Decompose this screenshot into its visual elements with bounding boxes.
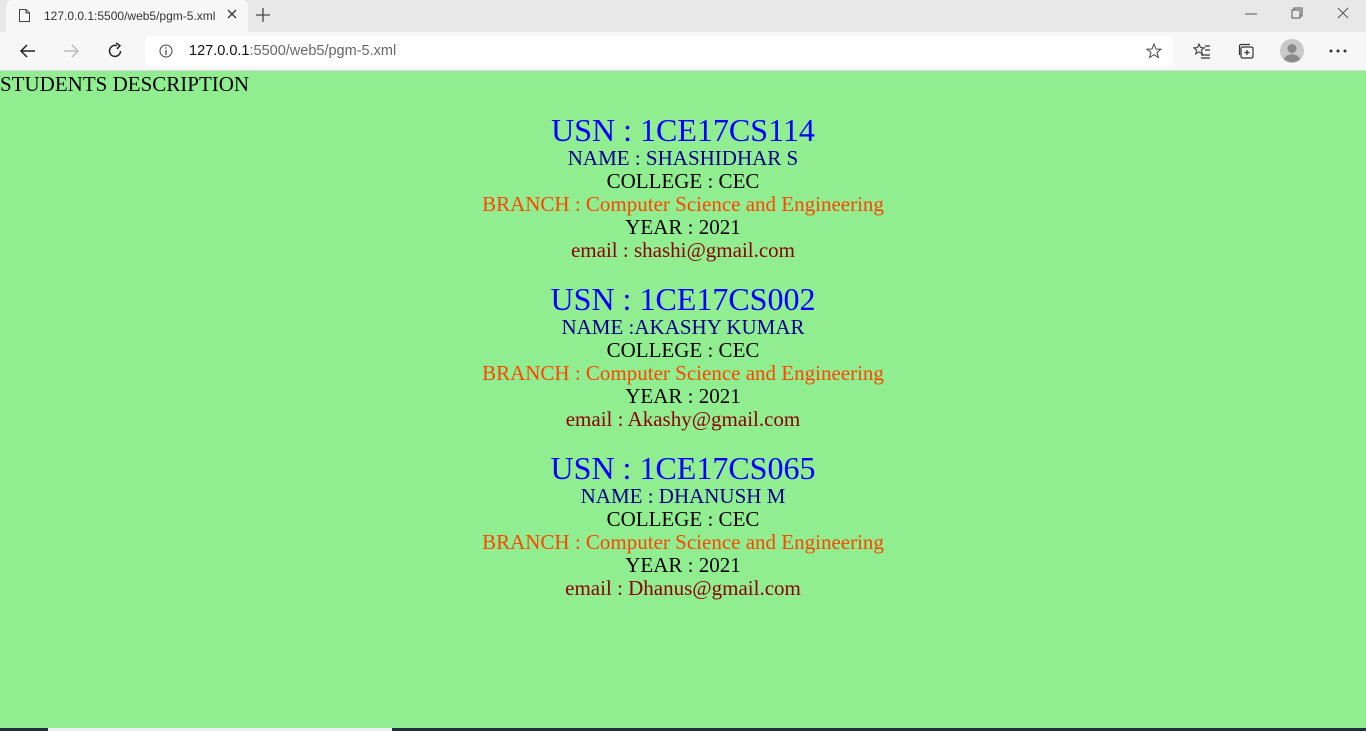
student-email: email : shashi@gmail.com <box>570 238 796 262</box>
url-host: 127.0.0.1 <box>189 43 250 59</box>
plus-icon[interactable] <box>254 6 272 24</box>
url-path: :5500/web5/pgm-5.xml <box>249 43 397 59</box>
profile-avatar[interactable] <box>1280 39 1304 63</box>
collections-icon[interactable] <box>1238 43 1255 60</box>
restore-icon[interactable] <box>1290 6 1304 20</box>
student-name: NAME :AKASHY KUMAR <box>561 315 805 339</box>
student-record: USN : 1CE17CS114 NAME : SHASHIDHAR S COL… <box>0 114 1366 283</box>
favorites-icon[interactable] <box>1193 43 1211 59</box>
student-usn: USN : 1CE17CS114 <box>551 112 815 148</box>
student-year: YEAR : 2021 <box>625 384 741 408</box>
close-window-icon[interactable] <box>1336 6 1350 20</box>
browser-tab[interactable]: 127.0.0.1:5500/web5/pgm-5.xml <box>6 0 248 32</box>
student-email: email : Akashy@gmail.com <box>565 407 801 431</box>
star-icon[interactable] <box>1146 43 1162 59</box>
reload-icon[interactable] <box>106 42 124 60</box>
more-icon[interactable] <box>1328 44 1348 58</box>
student-college: COLLEGE : CEC <box>606 169 760 193</box>
student-name: NAME : DHANUSH M <box>580 484 786 508</box>
forward-arrow-icon[interactable] <box>62 42 80 60</box>
student-college: COLLEGE : CEC <box>606 338 760 362</box>
student-branch: BRANCH : Computer Science and Engineerin… <box>482 530 884 554</box>
tab-title: 127.0.0.1:5500/web5/pgm-5.xml <box>44 9 216 23</box>
student-record: USN : 1CE17CS002 NAME :AKASHY KUMAR COLL… <box>0 283 1366 452</box>
student-usn: USN : 1CE17CS002 <box>550 281 816 317</box>
student-college: COLLEGE : CEC <box>606 507 760 531</box>
student-year: YEAR : 2021 <box>625 215 741 239</box>
close-icon[interactable] <box>226 8 238 20</box>
page-icon <box>19 9 30 22</box>
back-arrow-icon[interactable] <box>19 42 37 60</box>
page-heading: STUDENTS DESCRIPTION <box>0 72 250 96</box>
student-record: USN : 1CE17CS065 NAME : DHANUSH M COLLEG… <box>0 452 1366 621</box>
url-text[interactable]: 127.0.0.1:5500/web5/pgm-5.xml <box>189 43 396 59</box>
student-year: YEAR : 2021 <box>625 553 741 577</box>
student-branch: BRANCH : Computer Science and Engineerin… <box>482 361 884 385</box>
info-icon[interactable] <box>159 44 173 58</box>
page-viewport: STUDENTS DESCRIPTION USN : 1CE17CS114 NA… <box>0 71 1366 728</box>
tab-strip: 127.0.0.1:5500/web5/pgm-5.xml <box>0 0 1366 32</box>
students-list: USN : 1CE17CS114 NAME : SHASHIDHAR S COL… <box>0 114 1366 621</box>
student-email: email : Dhanus@gmail.com <box>565 576 801 600</box>
student-branch: BRANCH : Computer Science and Engineerin… <box>482 192 884 216</box>
minimize-icon[interactable] <box>1244 6 1258 20</box>
address-bar[interactable]: 127.0.0.1:5500/web5/pgm-5.xml <box>145 36 1173 66</box>
student-name: NAME : SHASHIDHAR S <box>567 146 799 170</box>
student-usn: USN : 1CE17CS065 <box>550 450 816 486</box>
navigation-toolbar: 127.0.0.1:5500/web5/pgm-5.xml <box>0 32 1366 71</box>
